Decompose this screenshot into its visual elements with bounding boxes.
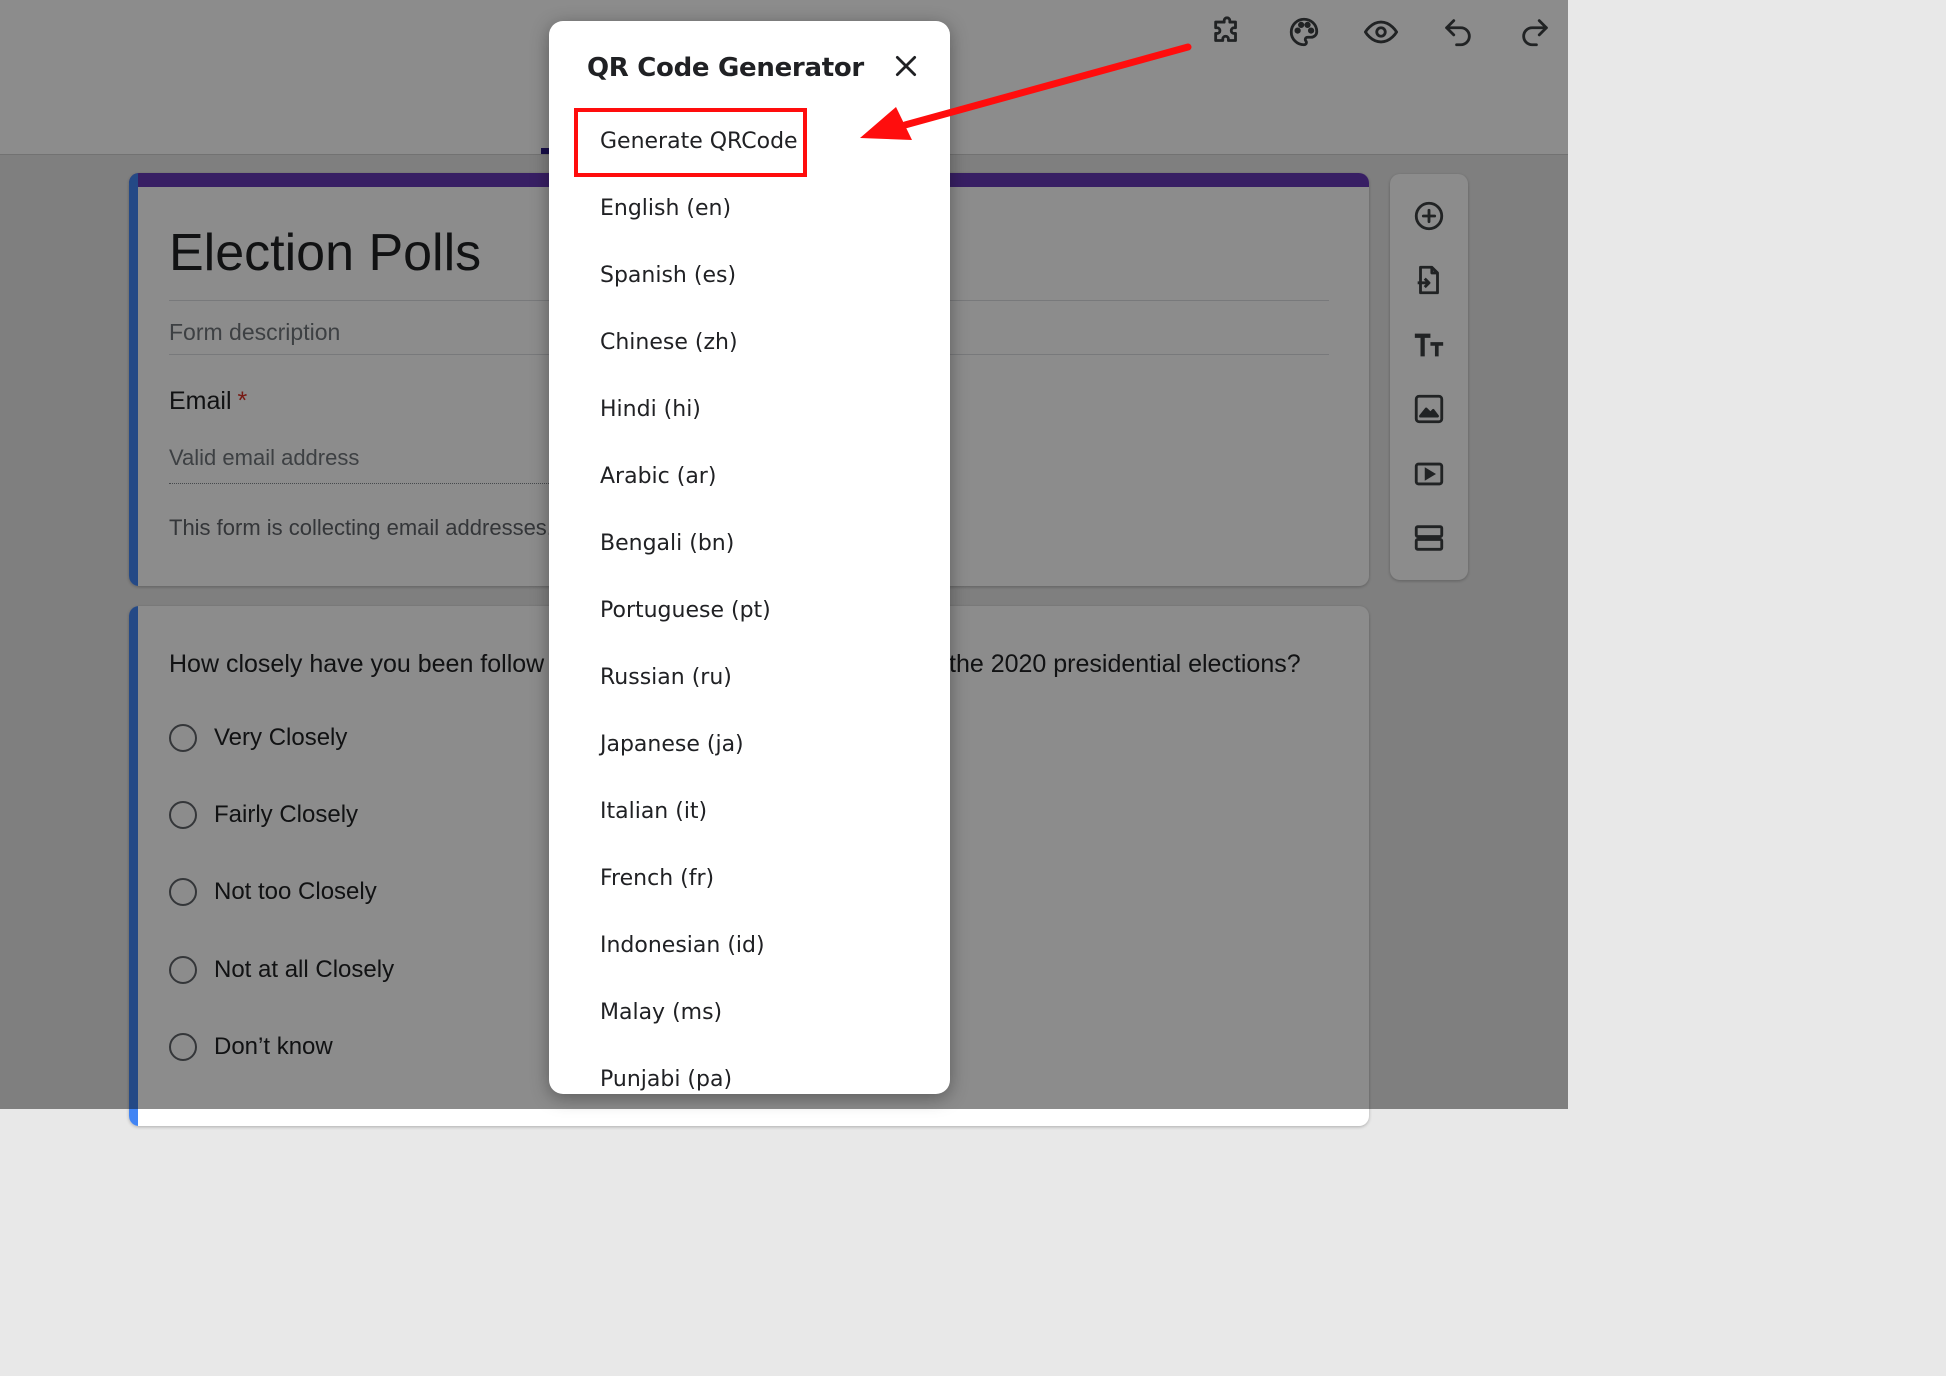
language-option[interactable]: Hindi (hi)	[600, 397, 701, 422]
language-option[interactable]: Bengali (bn)	[600, 531, 734, 556]
language-option[interactable]: Chinese (zh)	[600, 330, 738, 355]
language-option[interactable]: Spanish (es)	[600, 263, 736, 288]
language-option[interactable]: Japanese (ja)	[600, 732, 744, 757]
language-option[interactable]: Italian (it)	[600, 799, 707, 824]
language-option[interactable]: Russian (ru)	[600, 665, 732, 690]
language-option[interactable]: French (fr)	[600, 866, 714, 891]
close-icon[interactable]	[887, 47, 925, 85]
language-option[interactable]: Portuguese (pt)	[600, 598, 771, 623]
annotation-highlight-box	[574, 108, 807, 177]
language-option[interactable]: Punjabi (pa)	[600, 1067, 732, 1092]
language-option[interactable]: Arabic (ar)	[600, 464, 716, 489]
language-option[interactable]: English (en)	[600, 196, 731, 221]
language-option[interactable]: Indonesian (id)	[600, 933, 765, 958]
language-option[interactable]: Malay (ms)	[600, 1000, 722, 1025]
google-forms-editor: Election Polls Form description Email * V…	[0, 0, 1568, 1126]
qr-code-generator-dialog: QR Code Generator Generate QRCode Englis…	[549, 21, 950, 1094]
dialog-title: QR Code Generator	[587, 53, 864, 83]
